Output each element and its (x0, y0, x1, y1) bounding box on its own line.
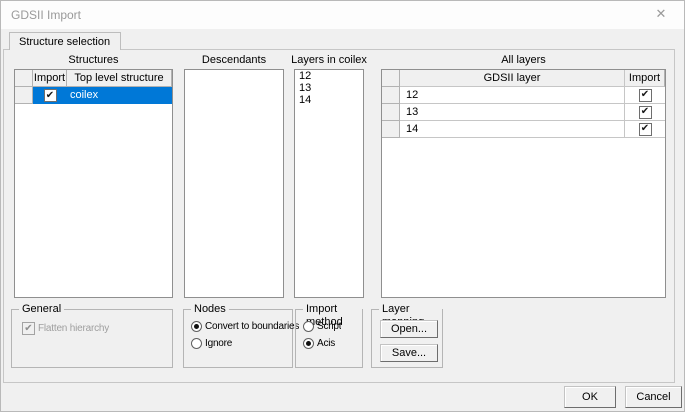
radio-button-icon[interactable] (303, 321, 314, 332)
layer-import-checkbox[interactable]: ✔ (638, 88, 652, 102)
layer-import-checkbox[interactable]: ✔ (638, 122, 652, 136)
layer-number-cell[interactable]: 13 (400, 104, 625, 121)
nodes-group-label: Nodes (191, 303, 229, 316)
convert-to-boundaries-option[interactable]: Convert to boundaries (191, 321, 299, 332)
close-icon: ✕ (655, 6, 667, 21)
structures-label: Structures (68, 54, 119, 66)
script-option[interactable]: Script (303, 321, 341, 332)
all-layers-table: GDSII layer Import 12 ✔ 13 ✔ 14 ✔ (381, 69, 666, 298)
close-button[interactable]: ✕ (644, 1, 678, 27)
general-group-label: General (19, 303, 65, 316)
structure-row-coilex[interactable]: ✔ coilex (15, 87, 172, 104)
layer-number-cell[interactable]: 12 (400, 87, 625, 104)
all-layers-header-row: GDSII layer Import (382, 70, 665, 87)
structures-import-column-header: Import (33, 70, 67, 87)
checkmark-icon: ✔ (640, 106, 650, 117)
all-layers-import-column-header: Import (625, 70, 665, 87)
acis-label: Acis (317, 338, 336, 349)
save-button[interactable]: Save... (380, 344, 438, 362)
tab-structure-selection[interactable]: Structure selection (9, 32, 122, 50)
layer-row-13[interactable]: 13 ✔ (382, 104, 665, 121)
ignore-label: Ignore (205, 338, 233, 349)
structures-name-column-header: Top level structure (67, 70, 172, 87)
acis-option[interactable]: Acis (303, 338, 335, 349)
layers-in-structure-label: Layers in coilex (291, 54, 367, 66)
flatten-hierarchy-checkbox: ✔ (22, 322, 35, 335)
structures-header-row: Import Top level structure (15, 70, 172, 87)
row-selector[interactable] (382, 87, 400, 104)
list-item[interactable]: 13 (295, 83, 363, 94)
gdsii-layer-column-header: GDSII layer (400, 70, 625, 87)
row-selector[interactable] (382, 104, 400, 121)
structure-name-cell[interactable]: coilex (67, 87, 172, 104)
checkmark-icon: ✔ (640, 89, 650, 100)
descendants-listbox[interactable] (184, 69, 284, 298)
list-item[interactable]: 14 (295, 95, 363, 106)
layer-number-cell[interactable]: 14 (400, 121, 625, 138)
structure-import-cell: ✔ (33, 87, 67, 104)
structures-table: Import Top level structure ✔ coilex (14, 69, 173, 298)
gdsii-import-dialog: GDSII Import ✕ Structure selection Struc… (0, 0, 685, 412)
layer-row-14[interactable]: 14 ✔ (382, 121, 665, 138)
nodes-groupbox: Nodes Convert to boundaries Ignore (183, 303, 299, 368)
row-selector-header (15, 70, 33, 87)
row-selector-header (382, 70, 400, 87)
all-layers-label: All layers (501, 54, 546, 66)
open-button[interactable]: Open... (380, 320, 438, 338)
layer-import-cell: ✔ (625, 87, 665, 104)
window-title: GDSII Import (11, 8, 82, 22)
flatten-hierarchy-option: ✔ Flatten hierarchy (22, 322, 109, 335)
script-label: Script (317, 321, 342, 332)
radio-button-icon[interactable] (303, 338, 314, 349)
layers-in-structure-listbox[interactable]: 12 13 14 (294, 69, 364, 298)
flatten-hierarchy-label: Flatten hierarchy (38, 323, 110, 334)
layer-import-cell: ✔ (625, 104, 665, 121)
convert-to-boundaries-label: Convert to boundaries (205, 321, 300, 332)
checkmark-icon: ✔ (640, 123, 650, 134)
radio-button-icon[interactable] (191, 338, 202, 349)
descendants-label: Descendants (201, 54, 267, 66)
structure-import-checkbox[interactable]: ✔ (43, 89, 57, 102)
row-selector[interactable] (382, 121, 400, 138)
ignore-option[interactable]: Ignore (191, 338, 232, 349)
checkmark-icon: ✔ (24, 322, 33, 334)
layer-import-checkbox[interactable]: ✔ (638, 105, 652, 119)
layer-import-cell: ✔ (625, 121, 665, 138)
import-method-groupbox: Import method Script Acis (295, 303, 363, 368)
ok-button[interactable]: OK (564, 386, 616, 408)
checkmark-icon: ✔ (45, 89, 55, 101)
titlebar: GDSII Import ✕ (1, 1, 684, 29)
layer-row-12[interactable]: 12 ✔ (382, 87, 665, 104)
general-groupbox: General ✔ Flatten hierarchy (11, 303, 173, 368)
row-selector[interactable] (15, 87, 33, 104)
radio-button-icon[interactable] (191, 321, 202, 332)
list-item[interactable]: 12 (295, 71, 363, 82)
cancel-button[interactable]: Cancel (625, 386, 682, 408)
layer-mapping-groupbox: Layer mapping Open... Save... (371, 303, 443, 368)
